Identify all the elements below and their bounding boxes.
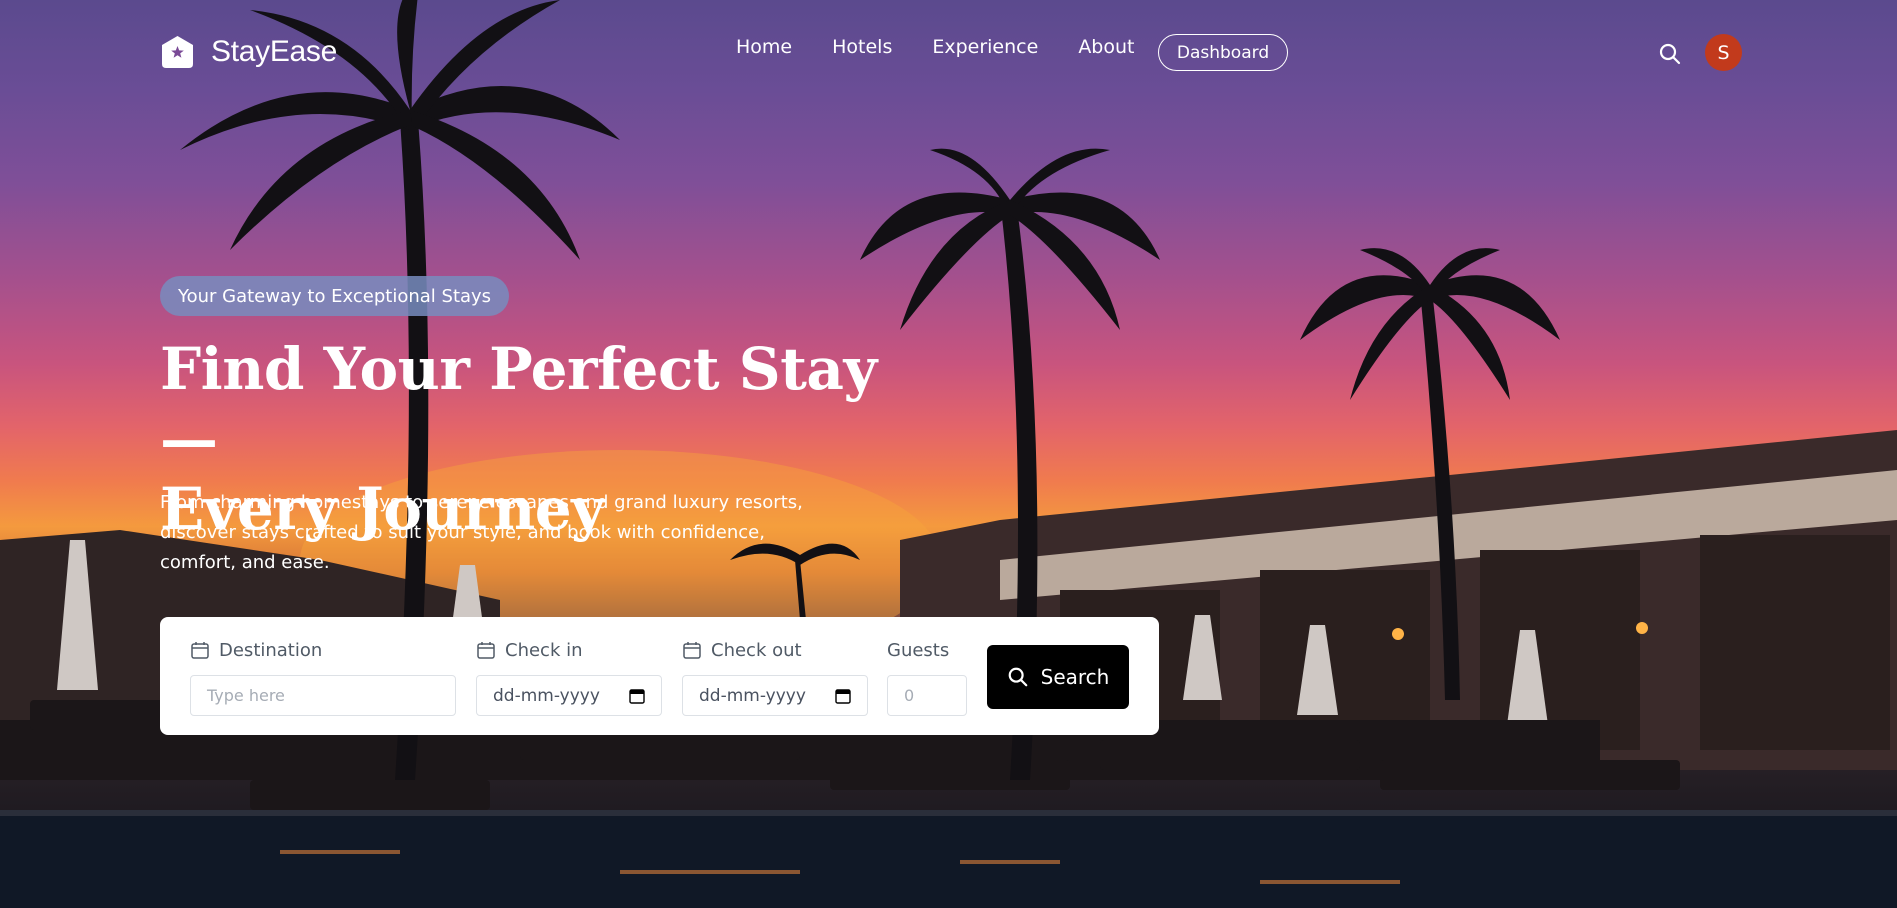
user-avatar[interactable]: S	[1705, 34, 1742, 71]
checkout-value: dd-mm-yyyy	[699, 685, 806, 706]
checkout-date-input[interactable]: dd-mm-yyyy	[682, 675, 868, 716]
calendar-icon	[477, 642, 495, 659]
destination-label: Destination	[219, 639, 323, 661]
logo-house-icon	[160, 34, 195, 70]
nav-links: Home Hotels Experience About	[736, 36, 1135, 58]
destination-field: Destination Type here	[190, 639, 456, 716]
search-icon	[1008, 667, 1027, 687]
nav-link-home[interactable]: Home	[736, 36, 792, 58]
checkin-value: dd-mm-yyyy	[493, 685, 600, 706]
search-card: Destination Type here Check in dd-mm-yyy…	[160, 617, 1159, 735]
checkin-field: Check in dd-mm-yyyy	[476, 639, 662, 716]
hero-badge: Your Gateway to Exceptional Stays	[160, 276, 510, 316]
search-button[interactable]: Search	[987, 645, 1129, 709]
guests-input[interactable]: 0	[887, 675, 967, 716]
guests-label: Guests	[887, 639, 950, 661]
nav-link-experience[interactable]: Experience	[932, 36, 1038, 58]
calendar-picker-icon[interactable]	[629, 688, 645, 704]
destination-input[interactable]: Type here	[190, 675, 456, 716]
calendar-icon	[683, 642, 701, 659]
checkout-label: Check out	[711, 639, 802, 661]
dashboard-button[interactable]: Dashboard	[1158, 34, 1288, 71]
hero-subtext: From charming homestays to serene escape…	[160, 492, 803, 573]
brand-name: StayEase	[211, 35, 338, 68]
checkin-date-input[interactable]: dd-mm-yyyy	[476, 675, 662, 716]
top-navigation: StayEase Home Hotels Experience About Da…	[0, 0, 1897, 104]
search-icon[interactable]	[1658, 42, 1682, 66]
nav-link-about[interactable]: About	[1078, 36, 1134, 58]
guests-field: Guests 0	[887, 639, 967, 716]
checkout-field: Check out dd-mm-yyyy	[682, 639, 868, 716]
headline-line-1: Find Your Perfect Stay —	[160, 335, 877, 473]
checkin-label: Check in	[505, 639, 583, 661]
nav-link-hotels[interactable]: Hotels	[832, 36, 892, 58]
calendar-picker-icon[interactable]	[835, 688, 851, 704]
search-button-label: Search	[1040, 665, 1110, 689]
calendar-icon	[191, 642, 209, 659]
brand-logo[interactable]: StayEase	[160, 34, 337, 70]
